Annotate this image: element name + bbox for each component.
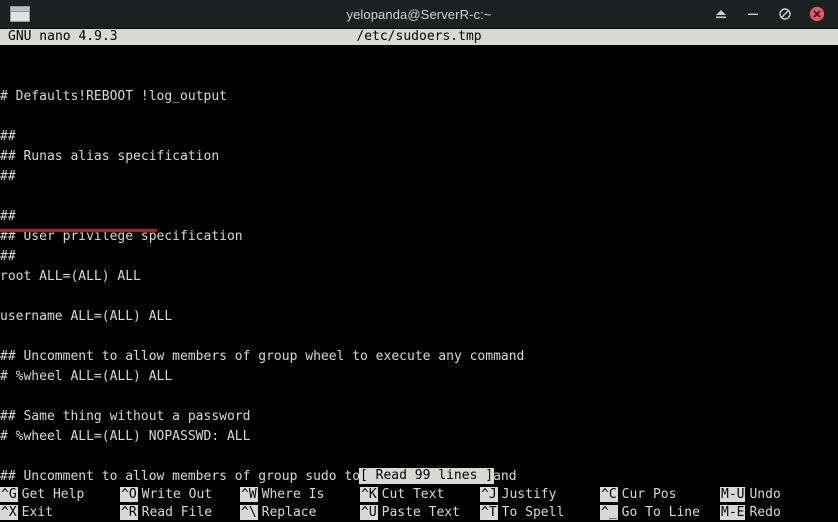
window-titlebar: yelopanda@ServerR-c:~	[0, 0, 838, 29]
shortcut-replace[interactable]: ^\ Replace	[240, 504, 316, 522]
shortcut-label: To Spell	[501, 505, 565, 520]
editor-line: ##	[0, 129, 16, 144]
maximize-restore-icon[interactable]	[777, 6, 793, 22]
shortcut-label: Paste Text	[381, 505, 460, 520]
shortcut-where-is[interactable]: ^W Where Is	[240, 486, 324, 504]
shortcut-key: ^\	[240, 505, 258, 520]
close-icon[interactable]	[809, 6, 825, 22]
shortcut-label: Cut Text	[381, 487, 445, 502]
annotation-underline	[0, 229, 157, 232]
shortcut-label: Replace	[261, 505, 317, 520]
editor-line: ## Runas alias specification	[0, 149, 220, 164]
editor-line: ##	[0, 209, 16, 224]
shortcut-undo[interactable]: M-U Undo	[720, 486, 781, 504]
nano-text-area[interactable]: # Defaults!REBOOT !log_output ## ## Runas…	[0, 45, 838, 486]
shortcut-cut-text[interactable]: ^K Cut Text	[360, 486, 444, 504]
shortcut-paste-text[interactable]: ^U Paste Text	[360, 504, 460, 522]
shortcut-key: ^W	[240, 487, 258, 502]
shortcut-label: Exit	[21, 505, 53, 520]
editor-line: ## Uncomment to allow members of group w…	[0, 349, 525, 364]
editor-line: ##	[0, 169, 16, 184]
editor-line: # %wheel ALL=(ALL) NOPASSWD: ALL	[0, 429, 251, 444]
shortcut-read-file[interactable]: ^R Read File	[120, 504, 212, 522]
shortcut-label: Cur Pos	[621, 487, 677, 502]
editor-line: # %wheel ALL=(ALL) ALL	[0, 369, 173, 384]
shortcut-exit[interactable]: ^X Exit	[0, 504, 53, 522]
shortcut-label: Write Out	[141, 487, 213, 502]
shortcut-key: ^R	[120, 505, 138, 520]
shortcut-to-spell[interactable]: ^T To Spell	[480, 504, 564, 522]
shortcut-label: Redo	[749, 505, 781, 520]
editor-line: username ALL=(ALL) ALL	[0, 309, 173, 324]
shortcut-label: Go To Line	[621, 505, 700, 520]
editor-line: root ALL=(ALL) ALL	[0, 269, 141, 284]
terminal-window: yelopanda@ServerR-c:~ GNU nano 4.9.3 /et…	[0, 0, 838, 522]
shortcut-go-to-line[interactable]: ^_ Go To Line	[600, 504, 700, 522]
shortcut-key: ^_	[600, 505, 618, 520]
editor-line: ##	[0, 249, 16, 264]
shortcut-label: Undo	[749, 487, 781, 502]
shortcut-row-primary: ^G Get Help ^O Write Out ^W Where Is ^K Cut Tex…	[0, 486, 838, 504]
shortcut-get-help[interactable]: ^G Get Help	[0, 486, 84, 504]
window-controls	[713, 6, 838, 22]
shortcut-label: Where Is	[261, 487, 325, 502]
editor-line: ## Same thing without a password	[0, 409, 251, 424]
eject-icon[interactable]	[713, 6, 729, 22]
shortcut-cur-pos[interactable]: ^C Cur Pos	[600, 486, 676, 504]
shortcut-key: ^G	[0, 487, 18, 502]
editor-line: # Defaults!REBOOT !log_output	[0, 89, 227, 104]
shortcut-key: M-E	[720, 505, 746, 520]
nano-shortcut-bar: ^G Get Help ^O Write Out ^W Where Is ^K Cut Tex…	[0, 486, 838, 522]
shortcut-justify[interactable]: ^J Justify	[480, 486, 556, 504]
shortcut-label: Get Help	[21, 487, 85, 502]
shortcut-row-secondary: ^X Exit ^R Read File ^\ Replace ^U Paste Text ^T…	[0, 504, 838, 522]
nano-status-message: [ Read 99 lines ]	[359, 468, 495, 484]
shortcut-key: ^U	[360, 505, 378, 520]
nano-filename-label: /etc/sudoers.tmp	[356, 29, 482, 44]
shortcut-key: M-U	[720, 487, 746, 502]
shortcut-label: Read File	[141, 505, 213, 520]
shortcut-key: ^O	[120, 487, 138, 502]
minimize-icon[interactable]	[745, 6, 761, 22]
nano-header-bar: GNU nano 4.9.3 /etc/sudoers.tmp	[0, 29, 838, 45]
shortcut-key: ^T	[480, 505, 498, 520]
shortcut-label: Justify	[501, 487, 557, 502]
shortcut-redo[interactable]: M-E Redo	[720, 504, 781, 522]
shortcut-key: ^J	[480, 487, 498, 502]
shortcut-write-out[interactable]: ^O Write Out	[120, 486, 212, 504]
terminal-window-icon[interactable]	[10, 6, 30, 22]
shortcut-key: ^C	[600, 487, 618, 502]
shortcut-key: ^X	[0, 505, 18, 520]
shortcut-key: ^K	[360, 487, 378, 502]
